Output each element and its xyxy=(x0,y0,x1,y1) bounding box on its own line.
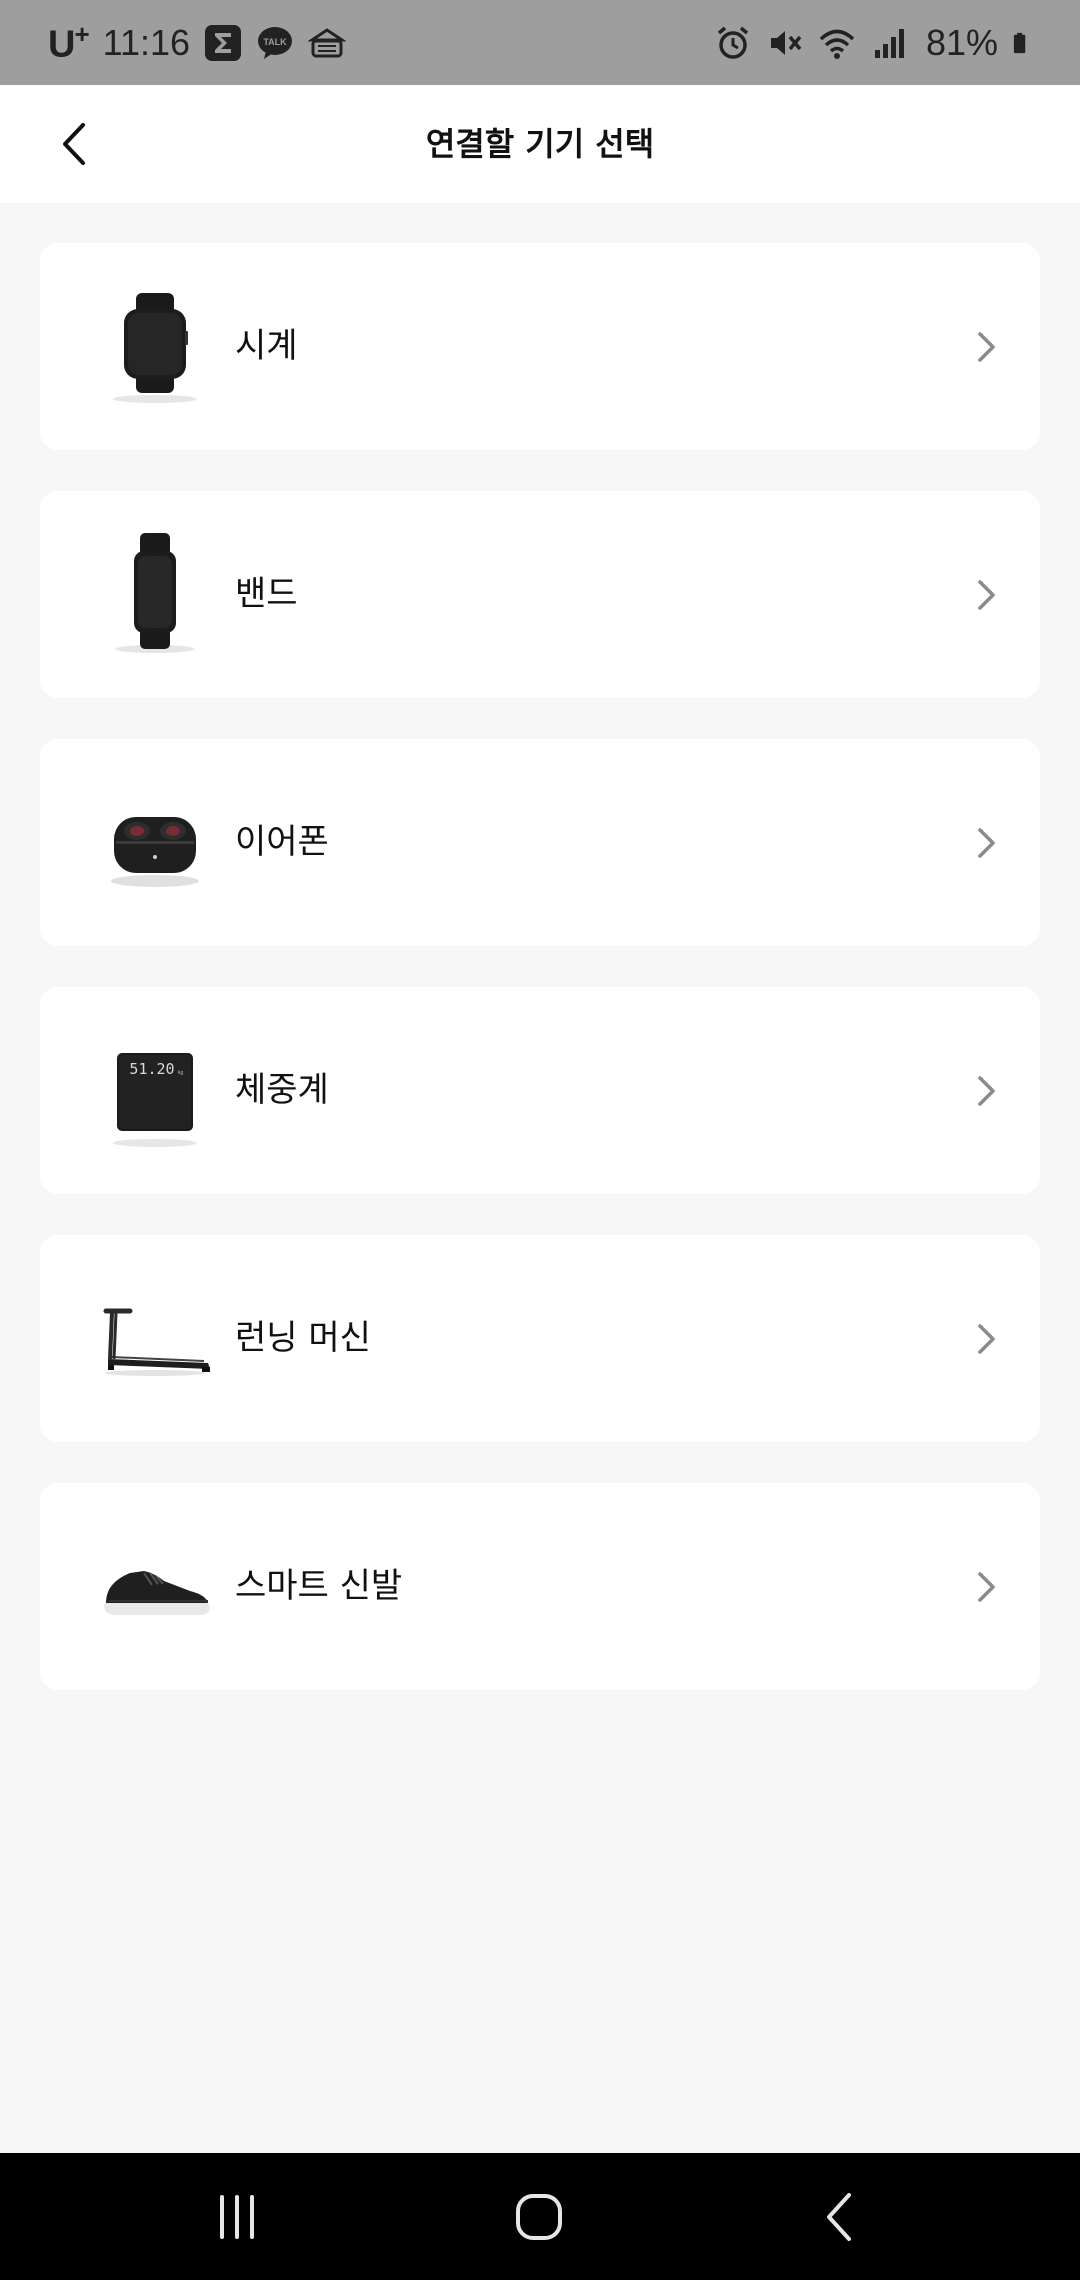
sigma-app-icon xyxy=(205,24,242,61)
chevron-right-icon xyxy=(966,1567,1006,1607)
device-label: 런닝 머신 xyxy=(235,1318,371,1358)
recents-button[interactable] xyxy=(197,2177,277,2257)
device-item-shoe[interactable]: 스마트 신발 xyxy=(40,1483,1040,1690)
bank-app-icon xyxy=(308,27,347,57)
alarm-icon xyxy=(717,26,749,59)
device-label: 이어폰 xyxy=(235,822,329,862)
fitness-band-image xyxy=(90,529,220,659)
recents-icon xyxy=(220,2195,254,2239)
smartwatch-image xyxy=(90,281,220,411)
home-icon xyxy=(516,2194,562,2240)
device-label: 시계 xyxy=(235,326,298,366)
chevron-right-icon xyxy=(966,327,1006,367)
smart-shoe-image xyxy=(90,1521,220,1651)
chevron-right-icon xyxy=(966,1071,1006,1111)
mute-icon xyxy=(770,30,802,55)
status-right: 81% xyxy=(714,0,1036,85)
device-item-band[interactable]: 밴드 xyxy=(40,491,1040,698)
scale-display: 51.20 xyxy=(129,1060,174,1078)
carrier-label: U+ xyxy=(48,18,90,67)
battery-percent: 81% xyxy=(925,21,998,63)
chevron-right-icon xyxy=(966,823,1006,863)
scale-image: 51.20 kg xyxy=(90,1025,220,1155)
system-nav-bar xyxy=(0,2153,1080,2280)
device-label: 밴드 xyxy=(235,574,298,614)
carrier-plus: + xyxy=(74,18,89,49)
page-title: 연결할 기기 선택 xyxy=(425,125,655,163)
status-left: U+ 11:16 TALK xyxy=(48,0,347,85)
app-header: 연결할 기기 선택 xyxy=(0,85,1080,203)
signal-icon xyxy=(874,28,904,58)
carrier-name: U xyxy=(48,23,75,66)
svg-text:kg: kg xyxy=(178,1070,184,1076)
kakaotalk-icon: TALK xyxy=(258,26,293,59)
earbuds-image xyxy=(90,777,220,907)
wifi-icon xyxy=(819,29,855,59)
nav-back-button[interactable] xyxy=(801,2177,881,2257)
clock: 11:16 xyxy=(102,21,191,63)
status-bar: U+ 11:16 TALK 81% xyxy=(0,0,1080,85)
device-label: 스마트 신발 xyxy=(235,1566,403,1606)
chevron-right-icon xyxy=(966,575,1006,615)
device-label: 체중계 xyxy=(235,1070,329,1110)
svg-text:TALK: TALK xyxy=(263,37,287,47)
chevron-right-icon xyxy=(966,1319,1006,1359)
device-item-earbuds[interactable]: 이어폰 xyxy=(40,739,1040,946)
back-icon xyxy=(827,2193,851,2241)
device-item-watch[interactable]: 시계 xyxy=(40,243,1040,450)
device-item-treadmill[interactable]: 런닝 머신 xyxy=(40,1235,1040,1442)
device-item-scale[interactable]: 51.20 kg 체중계 xyxy=(40,987,1040,1194)
treadmill-image xyxy=(90,1273,220,1403)
battery-icon xyxy=(1013,32,1026,53)
home-button[interactable] xyxy=(499,2177,579,2257)
device-list: 시계 밴드 이어폰 51.20 kg 체중계 런닝 머신 스마트 신발 xyxy=(40,243,1040,1731)
